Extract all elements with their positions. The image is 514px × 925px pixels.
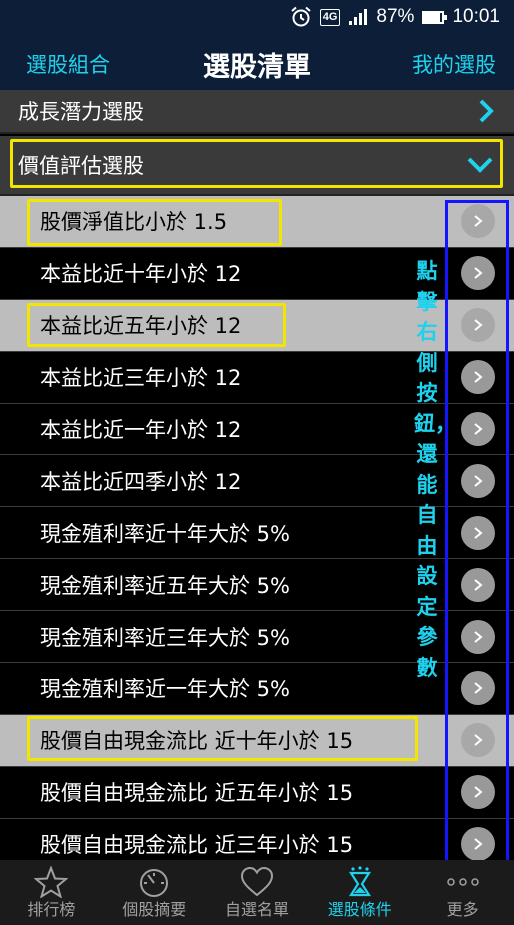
chevron-right-icon bbox=[474, 215, 483, 228]
list-item-label: 本益比近一年小於 12 bbox=[40, 418, 242, 442]
nav-label: 更多 bbox=[446, 900, 479, 919]
my-picks-link[interactable]: 我的選股 bbox=[412, 49, 496, 79]
nav-label: 自選名單 bbox=[224, 900, 289, 919]
settings-arrow-button[interactable] bbox=[461, 256, 495, 291]
chevron-right-icon bbox=[474, 423, 483, 435]
settings-arrow-button[interactable] bbox=[461, 360, 495, 395]
battery-icon bbox=[422, 10, 448, 24]
settings-arrow-button[interactable] bbox=[461, 515, 495, 550]
heart-icon bbox=[240, 866, 273, 897]
annotation-text: 點擊右側按鈕，還能自由設定參數 bbox=[414, 259, 456, 680]
list-item[interactable]: 股價自由現金流比 近五年小於 15 bbox=[0, 766, 514, 819]
settings-arrow-button[interactable] bbox=[461, 463, 495, 498]
chevron-right-icon bbox=[474, 319, 483, 331]
app-screen: { "status_bar": { "network": "4G", "batt… bbox=[0, 0, 514, 925]
list-item-label: 股價自由現金流比 近五年小於 15 bbox=[40, 781, 354, 806]
nav-more[interactable]: 更多 bbox=[411, 860, 514, 925]
settings-arrow-button[interactable] bbox=[461, 723, 495, 758]
category-label: 價值評估選股 bbox=[18, 154, 144, 178]
nav-watchlist[interactable]: 自選名單 bbox=[206, 860, 309, 925]
app-header: 選股組合 選股清單 我的選股 bbox=[0, 34, 514, 90]
chevron-right-icon bbox=[474, 682, 483, 695]
chevron-right-icon bbox=[474, 371, 483, 383]
settings-arrow-button[interactable] bbox=[461, 567, 495, 602]
hourglass-icon bbox=[348, 866, 371, 897]
list-item-label: 現金殖利率近五年大於 5% bbox=[40, 573, 290, 598]
category-growth[interactable]: 成長潛力選股 bbox=[0, 90, 514, 134]
chevron-right-icon bbox=[474, 267, 483, 280]
list-item-label: 本益比近五年小於 12 bbox=[40, 314, 242, 339]
nav-screening-criteria[interactable]: 選股條件 bbox=[308, 860, 411, 925]
settings-arrow-button[interactable] bbox=[461, 619, 495, 654]
chevron-right-icon bbox=[474, 786, 483, 799]
nav-label: 個股摘要 bbox=[122, 900, 187, 919]
nav-label: 排行榜 bbox=[27, 900, 76, 919]
category-label: 成長潛力選股 bbox=[18, 100, 144, 124]
chevron-down-icon bbox=[467, 157, 493, 173]
status-bar: 4G 87% 10:01 bbox=[0, 0, 514, 34]
list-item-label: 本益比近三年小於 12 bbox=[40, 366, 242, 391]
chevron-right-icon bbox=[474, 527, 483, 539]
signal-icon bbox=[349, 9, 368, 25]
settings-arrow-button[interactable] bbox=[461, 412, 495, 446]
settings-arrow-button[interactable] bbox=[461, 827, 495, 862]
alarm-icon bbox=[291, 6, 311, 27]
battery-percent: 87% bbox=[376, 6, 415, 27]
chevron-right-icon bbox=[474, 630, 483, 643]
nav-ranking[interactable]: 排行榜 bbox=[0, 860, 103, 925]
settings-arrow-button[interactable] bbox=[461, 775, 495, 810]
chevron-right-icon bbox=[474, 578, 483, 591]
settings-arrow-button[interactable] bbox=[461, 671, 495, 706]
network-type-icon: 4G bbox=[319, 8, 341, 26]
nav-label: 選股條件 bbox=[327, 900, 392, 919]
chevron-right-icon bbox=[474, 734, 483, 747]
list-item-label: 本益比近十年小於 12 bbox=[40, 262, 242, 287]
nav-stock-summary[interactable]: 個股摘要 bbox=[103, 860, 206, 925]
list-item[interactable]: 股價淨值比小於 1.5 bbox=[0, 196, 514, 248]
list-item-label: 現金殖利率近十年大於 5% bbox=[40, 521, 290, 546]
settings-arrow-button[interactable] bbox=[461, 308, 495, 343]
settings-arrow-button[interactable] bbox=[461, 204, 495, 239]
chevron-right-icon bbox=[474, 475, 483, 487]
list-item[interactable]: 股價自由現金流比 近十年小於 15 bbox=[0, 714, 514, 767]
star-icon bbox=[34, 866, 69, 898]
list-item-label: 現金殖利率近一年大於 5% bbox=[40, 677, 290, 702]
chevron-right-icon bbox=[479, 99, 494, 123]
list-item-label: 股價淨值比小於 1.5 bbox=[40, 210, 228, 235]
clock: 10:01 bbox=[452, 6, 500, 27]
gauge-icon bbox=[140, 869, 169, 897]
category-value[interactable]: 價值評估選股 bbox=[0, 136, 514, 196]
list-item-label: 股價自由現金流比 近十年小於 15 bbox=[40, 729, 354, 754]
more-icon bbox=[446, 878, 479, 886]
list-item-label: 股價自由現金流比 近三年小於 15 bbox=[40, 833, 354, 858]
list-item-label: 本益比近四季小於 12 bbox=[40, 469, 242, 494]
list-item-label: 現金殖利率近三年大於 5% bbox=[40, 625, 290, 650]
chevron-right-icon bbox=[474, 838, 483, 850]
bottom-navigation: 排行榜 個股摘要 自選名單 選股條件 更多 bbox=[0, 860, 514, 925]
